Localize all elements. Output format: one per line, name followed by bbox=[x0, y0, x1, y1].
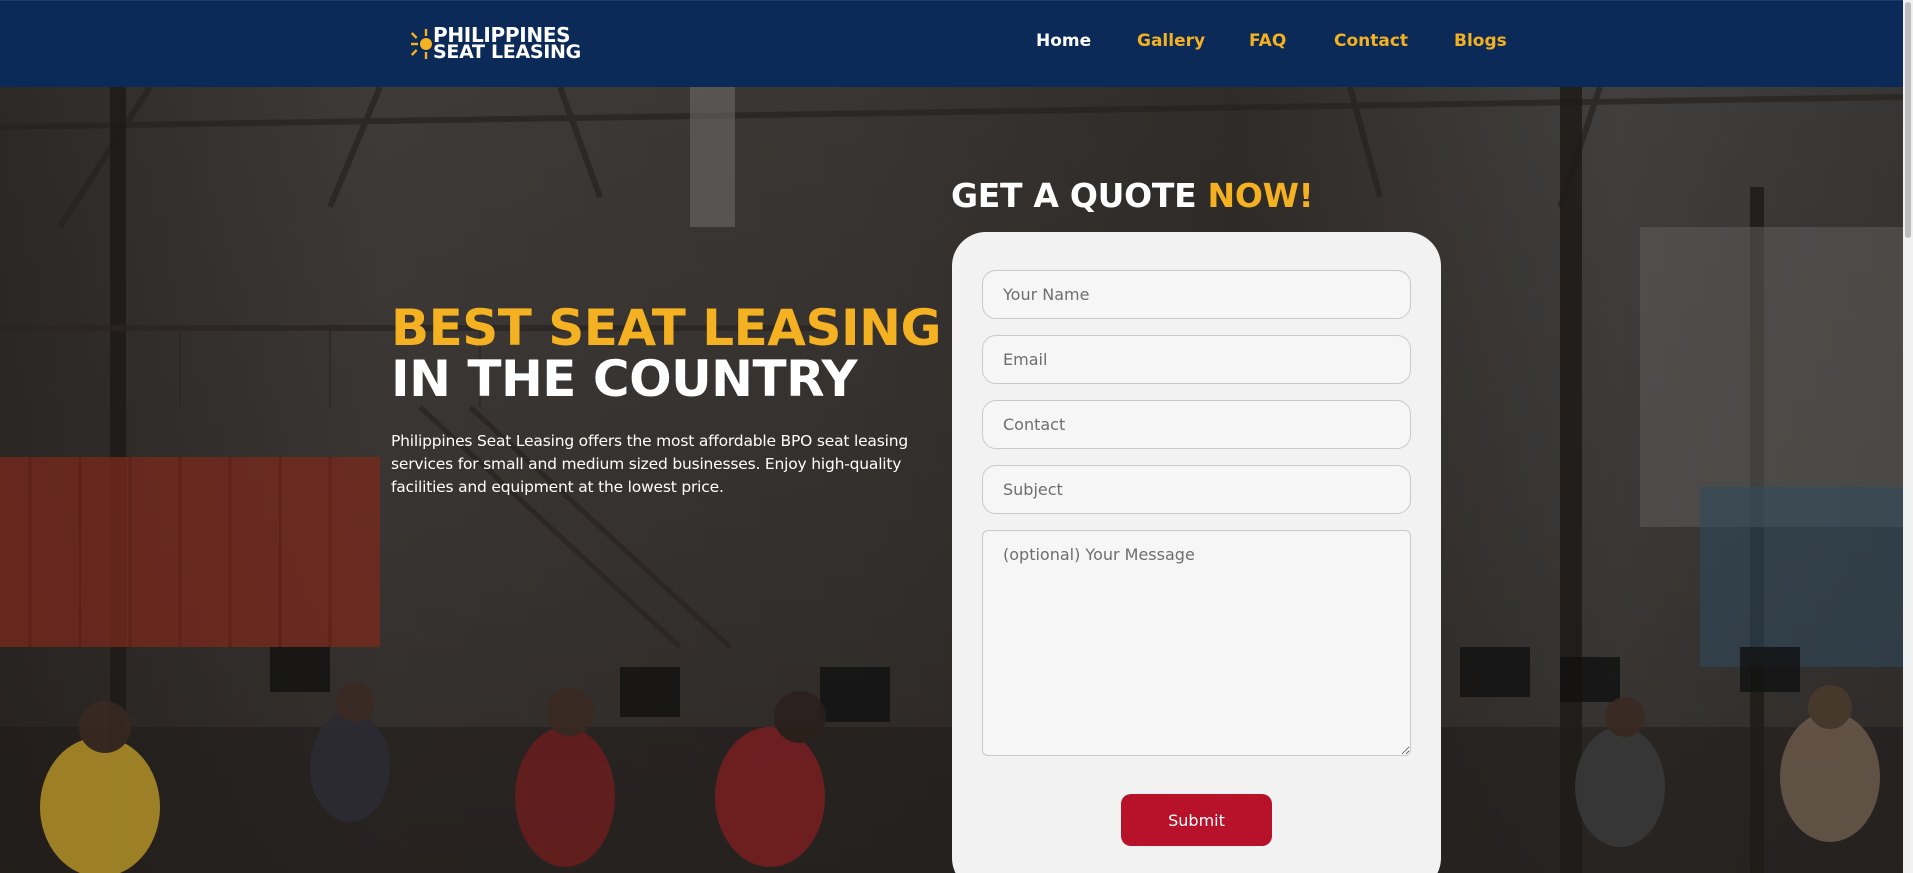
sun-logo-icon bbox=[410, 26, 432, 62]
logo-line-2: SEAT LEASING bbox=[433, 41, 581, 63]
hero-description: Philippines Seat Leasing offers the most… bbox=[391, 432, 908, 496]
subject-input[interactable] bbox=[982, 465, 1411, 514]
nav-contact[interactable]: Contact bbox=[1334, 31, 1408, 51]
nav-blogs[interactable]: Blogs bbox=[1454, 31, 1507, 51]
page-scrollbar[interactable] bbox=[1903, 0, 1913, 873]
nav-faq[interactable]: FAQ bbox=[1249, 31, 1286, 51]
hero-title-line-2: IN THE COUNTRY bbox=[391, 350, 858, 408]
nav-home[interactable]: Home bbox=[1036, 31, 1091, 51]
hero-title-line-1: BEST SEAT LEASING bbox=[391, 299, 942, 357]
email-input[interactable] bbox=[982, 335, 1411, 384]
message-textarea[interactable] bbox=[982, 530, 1411, 756]
scrollbar-thumb[interactable] bbox=[1905, 2, 1911, 238]
logo-text: PHILIPPINES SEAT LEASING bbox=[433, 25, 581, 63]
site-header: PHILIPPINES SEAT LEASING Home Gallery FA… bbox=[0, 0, 1903, 87]
hero-title: BEST SEAT LEASING IN THE COUNTRY bbox=[391, 299, 942, 408]
nav-gallery[interactable]: Gallery bbox=[1137, 31, 1205, 51]
quote-form: Submit bbox=[952, 232, 1441, 873]
name-input[interactable] bbox=[982, 270, 1411, 319]
quote-heading-main: GET A QUOTE bbox=[951, 176, 1208, 215]
site-logo[interactable]: PHILIPPINES SEAT LEASING bbox=[410, 25, 581, 63]
contact-input[interactable] bbox=[982, 400, 1411, 449]
quote-heading-accent: NOW! bbox=[1207, 176, 1314, 215]
submit-button[interactable]: Submit bbox=[1121, 794, 1272, 846]
quote-heading: GET A QUOTE NOW! bbox=[951, 172, 1314, 220]
